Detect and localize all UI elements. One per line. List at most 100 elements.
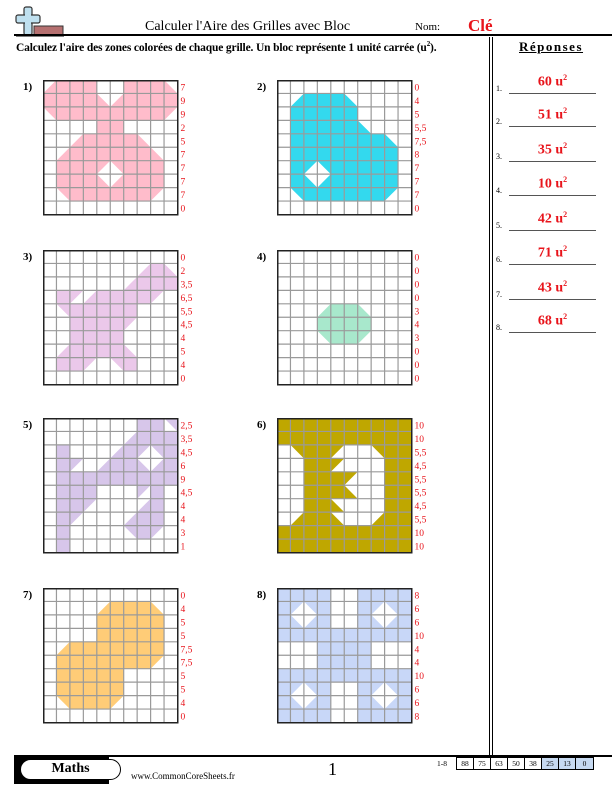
answers-column-divider (489, 37, 493, 755)
answer-value: 60 u2 (537, 73, 568, 90)
shaded-cell (69, 357, 84, 372)
shaded-cell (110, 444, 124, 459)
shaded-cell (69, 344, 84, 358)
shaded-cell (384, 498, 399, 513)
shaded-cell (303, 614, 318, 629)
answer-value: 35 u2 (537, 141, 568, 158)
shaded-cell (110, 120, 124, 134)
shaded-cell (110, 601, 124, 615)
shaded-cell (110, 106, 124, 121)
shaded-cell (398, 628, 412, 642)
shaded-cell (317, 682, 331, 696)
shaded-cell (371, 444, 385, 459)
row-count: 7 (181, 178, 186, 188)
shaded-cell (357, 160, 372, 175)
answer-value: 68 u2 (537, 312, 568, 329)
shaded-cell (384, 160, 399, 175)
shaded-cell (303, 471, 318, 486)
shaded-cell (290, 512, 304, 526)
shaded-cell (330, 431, 345, 445)
answer-number: 8. (496, 323, 502, 332)
shaded-cell (398, 614, 412, 629)
shaded-cell (357, 147, 372, 161)
row-count: 10 (415, 435, 425, 445)
shaded-cell (96, 668, 111, 683)
shaded-cell (123, 512, 138, 526)
shaded-cell (164, 276, 178, 291)
shaded-cell (164, 80, 178, 94)
shaded-cell (371, 668, 385, 683)
shaded-cell (330, 655, 345, 669)
shaded-cell (96, 93, 111, 107)
shaded-cell (150, 498, 165, 513)
worksheet-title: Calculer l'Aire des Grilles avec Bloc (145, 19, 351, 34)
shaded-cell (384, 444, 399, 459)
answers-title: Réponses (519, 39, 584, 54)
row-count: 7 (415, 178, 420, 188)
shaded-cell (56, 357, 70, 372)
shaded-cell (344, 655, 358, 669)
shaded-cell (330, 160, 345, 175)
shaded-cell (344, 160, 358, 175)
shaded-cell (123, 525, 138, 540)
shaded-cell (277, 539, 291, 553)
shaded-cell (110, 133, 124, 148)
row-count: 5 (181, 348, 186, 358)
shaded-cell (317, 106, 331, 121)
shaded-cell (330, 628, 345, 642)
answer-row: 4. 10 u2 (496, 175, 606, 196)
shaded-cell (344, 106, 358, 121)
shaded-cell (96, 106, 111, 121)
shaded-cell (83, 187, 97, 202)
row-count: 5,5 (415, 448, 427, 458)
area-grid: 8 6 6 10 4 4 10 6 6 8 (277, 588, 424, 724)
row-count: 6,5 (181, 294, 193, 304)
shaded-cell (150, 106, 165, 121)
shaded-cell (96, 655, 111, 669)
shaded-cell (110, 471, 124, 486)
shaded-cell (56, 174, 70, 188)
shaded-cell (277, 601, 291, 615)
shaded-cell (123, 303, 138, 318)
shaded-cell (137, 628, 151, 642)
shaded-cell (357, 120, 372, 134)
shaded-cell (137, 80, 151, 94)
shaded-cell (357, 601, 372, 615)
area-grid: 10 10 5,5 4,5 5,5 5,5 4,5 5,5 10 10 (277, 418, 427, 554)
shaded-cell (398, 682, 412, 696)
shaded-cell (371, 695, 385, 710)
shaded-cell (398, 418, 412, 432)
shaded-cell (303, 601, 318, 615)
shaded-cell (137, 512, 151, 526)
shaded-cell (83, 303, 97, 318)
problem-label: 6) (257, 419, 267, 431)
shaded-cell (56, 147, 70, 161)
shaded-cell (384, 709, 399, 723)
shaded-cell (69, 512, 84, 526)
shaded-cell (123, 344, 138, 358)
shaded-cell (69, 641, 84, 656)
shaded-cell (330, 458, 345, 472)
row-count: 5,5 (415, 475, 427, 485)
shaded-cell (96, 601, 111, 615)
shaded-cell (150, 444, 165, 459)
shaded-cell (150, 174, 165, 188)
shaded-cell (56, 539, 70, 553)
shaded-cell (384, 588, 399, 602)
shaded-cell (317, 330, 331, 345)
row-count: 5,5 (415, 516, 427, 526)
instructions-text: Calculez l'aire des zones colorées de ch… (16, 41, 427, 54)
shaded-cell (277, 695, 291, 710)
shaded-cell (357, 187, 372, 202)
shaded-cell (69, 106, 84, 121)
shaded-cell (69, 458, 84, 472)
row-count: 4,5 (415, 462, 427, 472)
shaded-cell (123, 133, 138, 148)
shaded-cell (110, 160, 124, 175)
shaded-cell (330, 303, 345, 318)
shaded-cell (56, 695, 70, 710)
shaded-cell (110, 614, 124, 629)
website-link[interactable]: www.CommonCoreSheets.fr (131, 771, 235, 781)
shaded-cell (83, 471, 97, 486)
shaded-cell (330, 444, 345, 459)
